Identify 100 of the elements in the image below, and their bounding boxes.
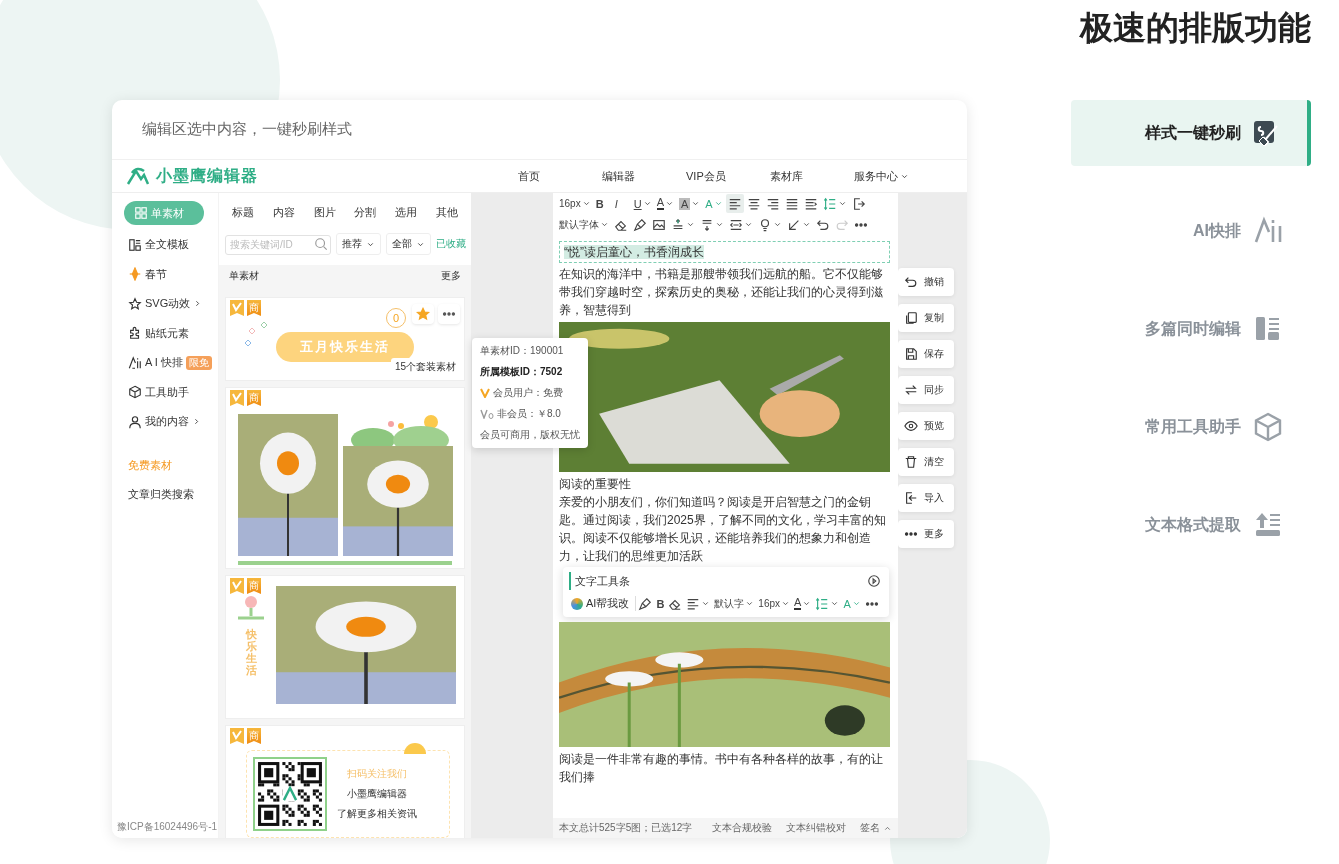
exit-icon <box>851 196 866 211</box>
status-link[interactable]: 文本合规校验 <box>712 821 772 835</box>
select-button[interactable]: 16px <box>557 194 593 213</box>
category-tab[interactable]: 图片 <box>311 202 338 222</box>
brush-icon <box>633 217 647 232</box>
indent-icon <box>729 217 743 232</box>
font-color-button[interactable]: A <box>654 194 676 213</box>
commercial-badge: 商 <box>247 578 261 594</box>
nav-link[interactable]: 素材库 <box>764 168 848 184</box>
category-tab[interactable]: 选用 <box>392 202 419 222</box>
tooltip-line: 单素材ID：190001 <box>480 344 565 358</box>
play-circle-icon <box>867 573 881 588</box>
paragraph: 在知识的海洋中，书籍是那艘带领我们远航的船。它不仅能够带我们穿越时空，探索历史的奥秘，还能让我们的心灵得到滋养，智慧得到 <box>559 266 884 319</box>
material-card[interactable]: 商 五月快乐生活 0 15个套装素材 <box>225 297 465 381</box>
category-tab[interactable]: 分割 <box>352 202 379 222</box>
align-right-icon <box>765 196 780 211</box>
star-icon <box>416 307 430 321</box>
line-height-icon <box>822 196 837 211</box>
paragraph: 阅读的重要性 <box>559 476 632 493</box>
tooltip-line: 会员用户：免费 <box>480 386 580 400</box>
font-color-button[interactable]: A <box>792 594 814 613</box>
sidebar-item[interactable]: 工具助手 <box>112 377 218 407</box>
caption-text: 编辑区选中内容，一键秒刷样式 <box>112 100 967 160</box>
bulb-icon <box>758 217 772 232</box>
filter-dropdown[interactable]: 推荐 <box>336 233 381 255</box>
import-action-button[interactable]: 导入 <box>898 484 954 512</box>
more-button[interactable] <box>438 304 460 324</box>
trash-action-button[interactable]: 清空 <box>898 448 954 476</box>
cube-icon <box>1253 412 1283 442</box>
vip-ribbon-icon <box>230 578 244 594</box>
spacing-down-icon <box>700 217 714 232</box>
diamond-icon <box>128 267 142 282</box>
section-heading: 极速的排版功能 <box>1080 8 1311 48</box>
tooltip-line: 非会员：￥8.0 <box>480 407 580 421</box>
select-button[interactable]: 默认字 <box>712 594 757 613</box>
save-icon <box>904 347 918 361</box>
nav-link[interactable]: 首页 <box>512 168 596 184</box>
undo-action-button[interactable]: 撤销 <box>898 268 954 296</box>
sync-icon <box>904 383 918 397</box>
ai-rewrite-button[interactable]: AI帮我改 <box>569 596 637 611</box>
align-left-icon <box>686 596 701 611</box>
cube-icon <box>128 385 142 400</box>
bg-color-button[interactable]: A <box>677 194 703 213</box>
vip-v-icon <box>480 388 490 398</box>
undo-icon <box>904 275 918 289</box>
status-link[interactable]: 文本纠错校对 <box>786 821 846 835</box>
vertical-title: 快乐生活 <box>245 628 257 677</box>
spacing-up-icon <box>671 217 685 232</box>
sidebar-item[interactable]: 全文模板 <box>112 230 218 260</box>
promo-text: 了解更多相关资讯 <box>337 807 417 821</box>
sync-action-button[interactable]: 同步 <box>898 376 954 404</box>
sidebar-item[interactable]: 文章归类搜索 <box>112 480 218 510</box>
copy-action-button[interactable]: 复制 <box>898 304 954 332</box>
category-tab[interactable]: 其他 <box>433 202 460 222</box>
align-left-icon <box>727 196 742 211</box>
sidebar-item[interactable]: 春节 <box>112 259 218 289</box>
sidebar-item[interactable]: A I 快排 限免 <box>112 348 218 378</box>
select-button[interactable]: 默认字体 <box>557 215 611 234</box>
trash-icon <box>904 455 918 469</box>
banner-title: 五月快乐生活 <box>276 332 414 362</box>
material-card[interactable]: 商 扫码关注我们 小墨鹰编辑器 了解更多相关资讯 <box>225 725 465 838</box>
filter-dropdown[interactable]: 全部 <box>386 233 431 255</box>
signature-button[interactable]: 签名 <box>860 821 892 835</box>
import-icon <box>904 491 918 505</box>
grid-icon <box>134 206 148 220</box>
line-height-icon <box>815 596 830 611</box>
select-button[interactable]: 16px <box>756 594 793 613</box>
category-tab[interactable]: 内容 <box>271 202 297 222</box>
sidebar-item[interactable]: SVG动效 <box>112 289 218 319</box>
feature-tab[interactable]: 样式一键秒刷 <box>1071 100 1311 166</box>
word-count: 本文总计525字5图；已选12字 <box>559 821 693 835</box>
flower-drawing <box>236 594 266 620</box>
promo-text: 小墨鹰编辑器 <box>347 787 407 801</box>
commercial-badge: 商 <box>247 728 261 744</box>
underline-button[interactable]: U <box>631 194 654 213</box>
italic-button[interactable]: I <box>612 194 631 213</box>
bold-button[interactable]: B <box>593 194 612 213</box>
v-zero-icon <box>480 409 494 419</box>
brush-icon <box>638 596 653 611</box>
nav-link[interactable]: 编辑器 <box>596 168 680 184</box>
search-field[interactable]: 搜索关键词/ID <box>225 234 331 255</box>
commercial-badge: 商 <box>247 300 261 316</box>
more-action-button[interactable]: 更多 <box>898 520 954 548</box>
distribute-icon <box>803 196 818 211</box>
search-icon <box>314 237 328 251</box>
align-left-button[interactable] <box>725 194 744 213</box>
category-tab[interactable]: 标题 <box>230 202 257 222</box>
save-action-button[interactable]: 保存 <box>898 340 954 368</box>
layout-icon <box>128 237 142 252</box>
more-link[interactable]: 更多 <box>441 269 461 283</box>
sidebar-item[interactable]: 我的内容 <box>112 407 218 437</box>
star-outline-icon <box>128 296 142 311</box>
paragraph: 亲爱的小朋友们，你们知道吗？阅读是开启智慧之门的金钥匙。通过阅读，我们2025界，了解不同的文化，学习丰富的知识。阅读不仅能够增长见识，还能培养我们的想象力和创造力，让我们的思维更加活跃 <box>559 494 887 565</box>
preview-action-button[interactable]: 预览 <box>898 412 954 440</box>
sidebar-item[interactable]: 贴纸元素 <box>112 318 218 348</box>
eye-icon <box>904 419 918 433</box>
bold-button[interactable]: B <box>654 594 667 613</box>
nav-link[interactable]: VIP会员 <box>680 168 764 184</box>
person-icon <box>128 414 142 429</box>
nav-link[interactable]: 服务中心 <box>848 168 932 184</box>
